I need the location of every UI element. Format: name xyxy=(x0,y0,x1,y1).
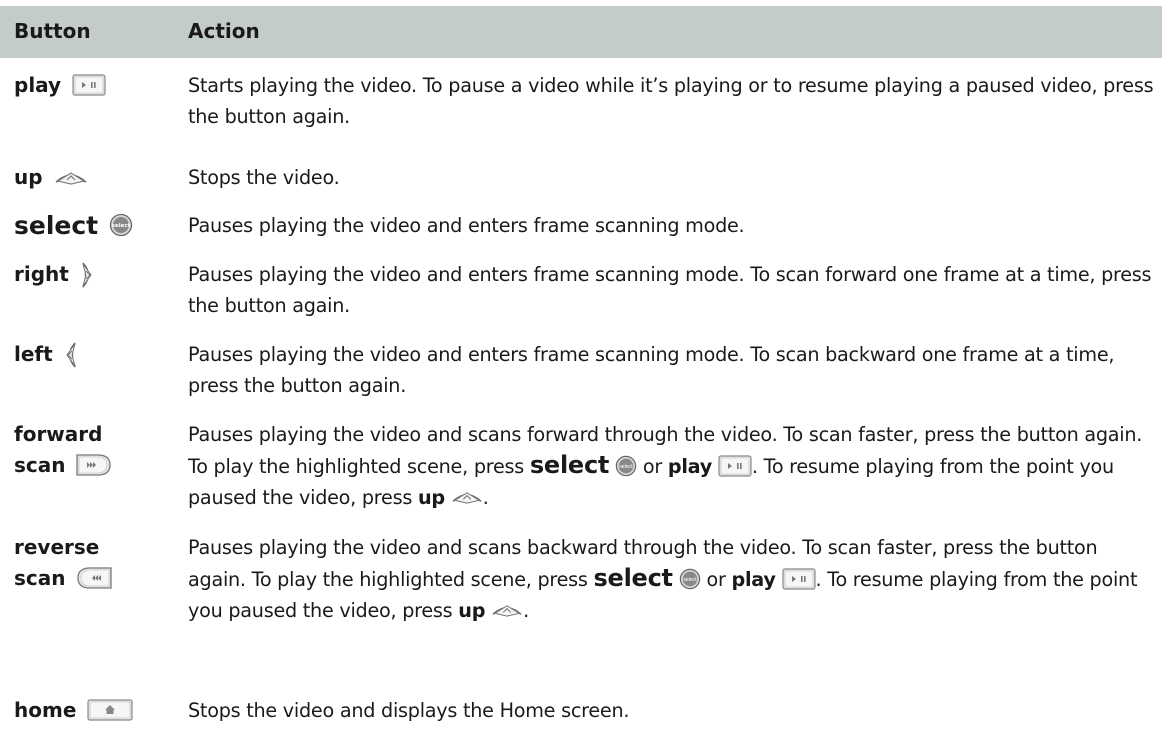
button-cell: forward scan xyxy=(14,419,184,481)
table-header: Button Action xyxy=(0,6,1162,58)
action-text-part: or xyxy=(706,568,726,591)
play-pause-icon xyxy=(718,454,752,477)
play-pause-icon xyxy=(72,73,106,96)
button-cell: home xyxy=(14,695,184,726)
action-text: Pauses playing the video and enters fram… xyxy=(188,214,745,237)
button-cell: right xyxy=(14,259,184,290)
keyword-select: select xyxy=(593,564,674,592)
button-name: select xyxy=(14,211,99,240)
up-arrow-icon xyxy=(491,603,523,618)
forward-scan-icon xyxy=(76,453,112,477)
reverse-scan-icon xyxy=(76,566,113,590)
home-icon xyxy=(87,698,133,721)
action-text-part: . xyxy=(482,486,489,509)
action-text: Stops the video. xyxy=(188,166,340,189)
button-name-line2: scan xyxy=(14,566,66,590)
svg-text:select: select xyxy=(619,464,633,470)
select-icon: select xyxy=(615,455,637,477)
button-name: up xyxy=(14,165,43,189)
select-icon: select xyxy=(679,568,701,590)
button-name: left xyxy=(14,342,53,366)
action-text: Pauses playing the video and enters fram… xyxy=(188,343,1115,397)
button-cell: left xyxy=(14,339,184,370)
left-arrow-icon xyxy=(62,341,80,369)
up-arrow-icon xyxy=(54,170,88,186)
keyword-up: up xyxy=(458,599,486,622)
right-arrow-icon xyxy=(78,261,96,289)
svg-text:select: select xyxy=(683,577,697,583)
button-cell: play xyxy=(14,70,184,101)
action-text: Pauses playing the video and enters fram… xyxy=(188,263,1152,317)
button-name: play xyxy=(14,73,62,97)
action-text: Pauses playing the video and scans forwa… xyxy=(188,419,1154,513)
header-button: Button xyxy=(14,19,91,43)
select-icon: select xyxy=(109,213,133,237)
button-name-line1: forward xyxy=(14,422,103,446)
header-action: Action xyxy=(188,19,260,43)
action-text-part: or xyxy=(642,455,662,478)
button-cell: select select xyxy=(14,210,184,241)
keyword-up: up xyxy=(417,486,445,509)
button-name-line1: reverse xyxy=(14,535,100,559)
button-name: home xyxy=(14,698,77,722)
action-text: Stops the video and displays the Home sc… xyxy=(188,699,630,722)
button-cell: up xyxy=(14,162,184,193)
action-text: Pauses playing the video and scans backw… xyxy=(188,532,1154,626)
action-text: Starts playing the video. To pause a vid… xyxy=(188,74,1154,128)
action-text-part: . xyxy=(523,599,529,622)
button-name-line2: scan xyxy=(14,453,66,477)
up-arrow-icon xyxy=(451,490,483,505)
svg-text:select: select xyxy=(112,223,131,229)
button-cell: reverse scan xyxy=(14,532,184,594)
keyword-play: play xyxy=(667,455,713,478)
keyword-play: play xyxy=(731,568,776,591)
keyword-select: select xyxy=(529,451,610,479)
button-name: right xyxy=(14,262,69,286)
play-pause-icon xyxy=(781,567,816,590)
